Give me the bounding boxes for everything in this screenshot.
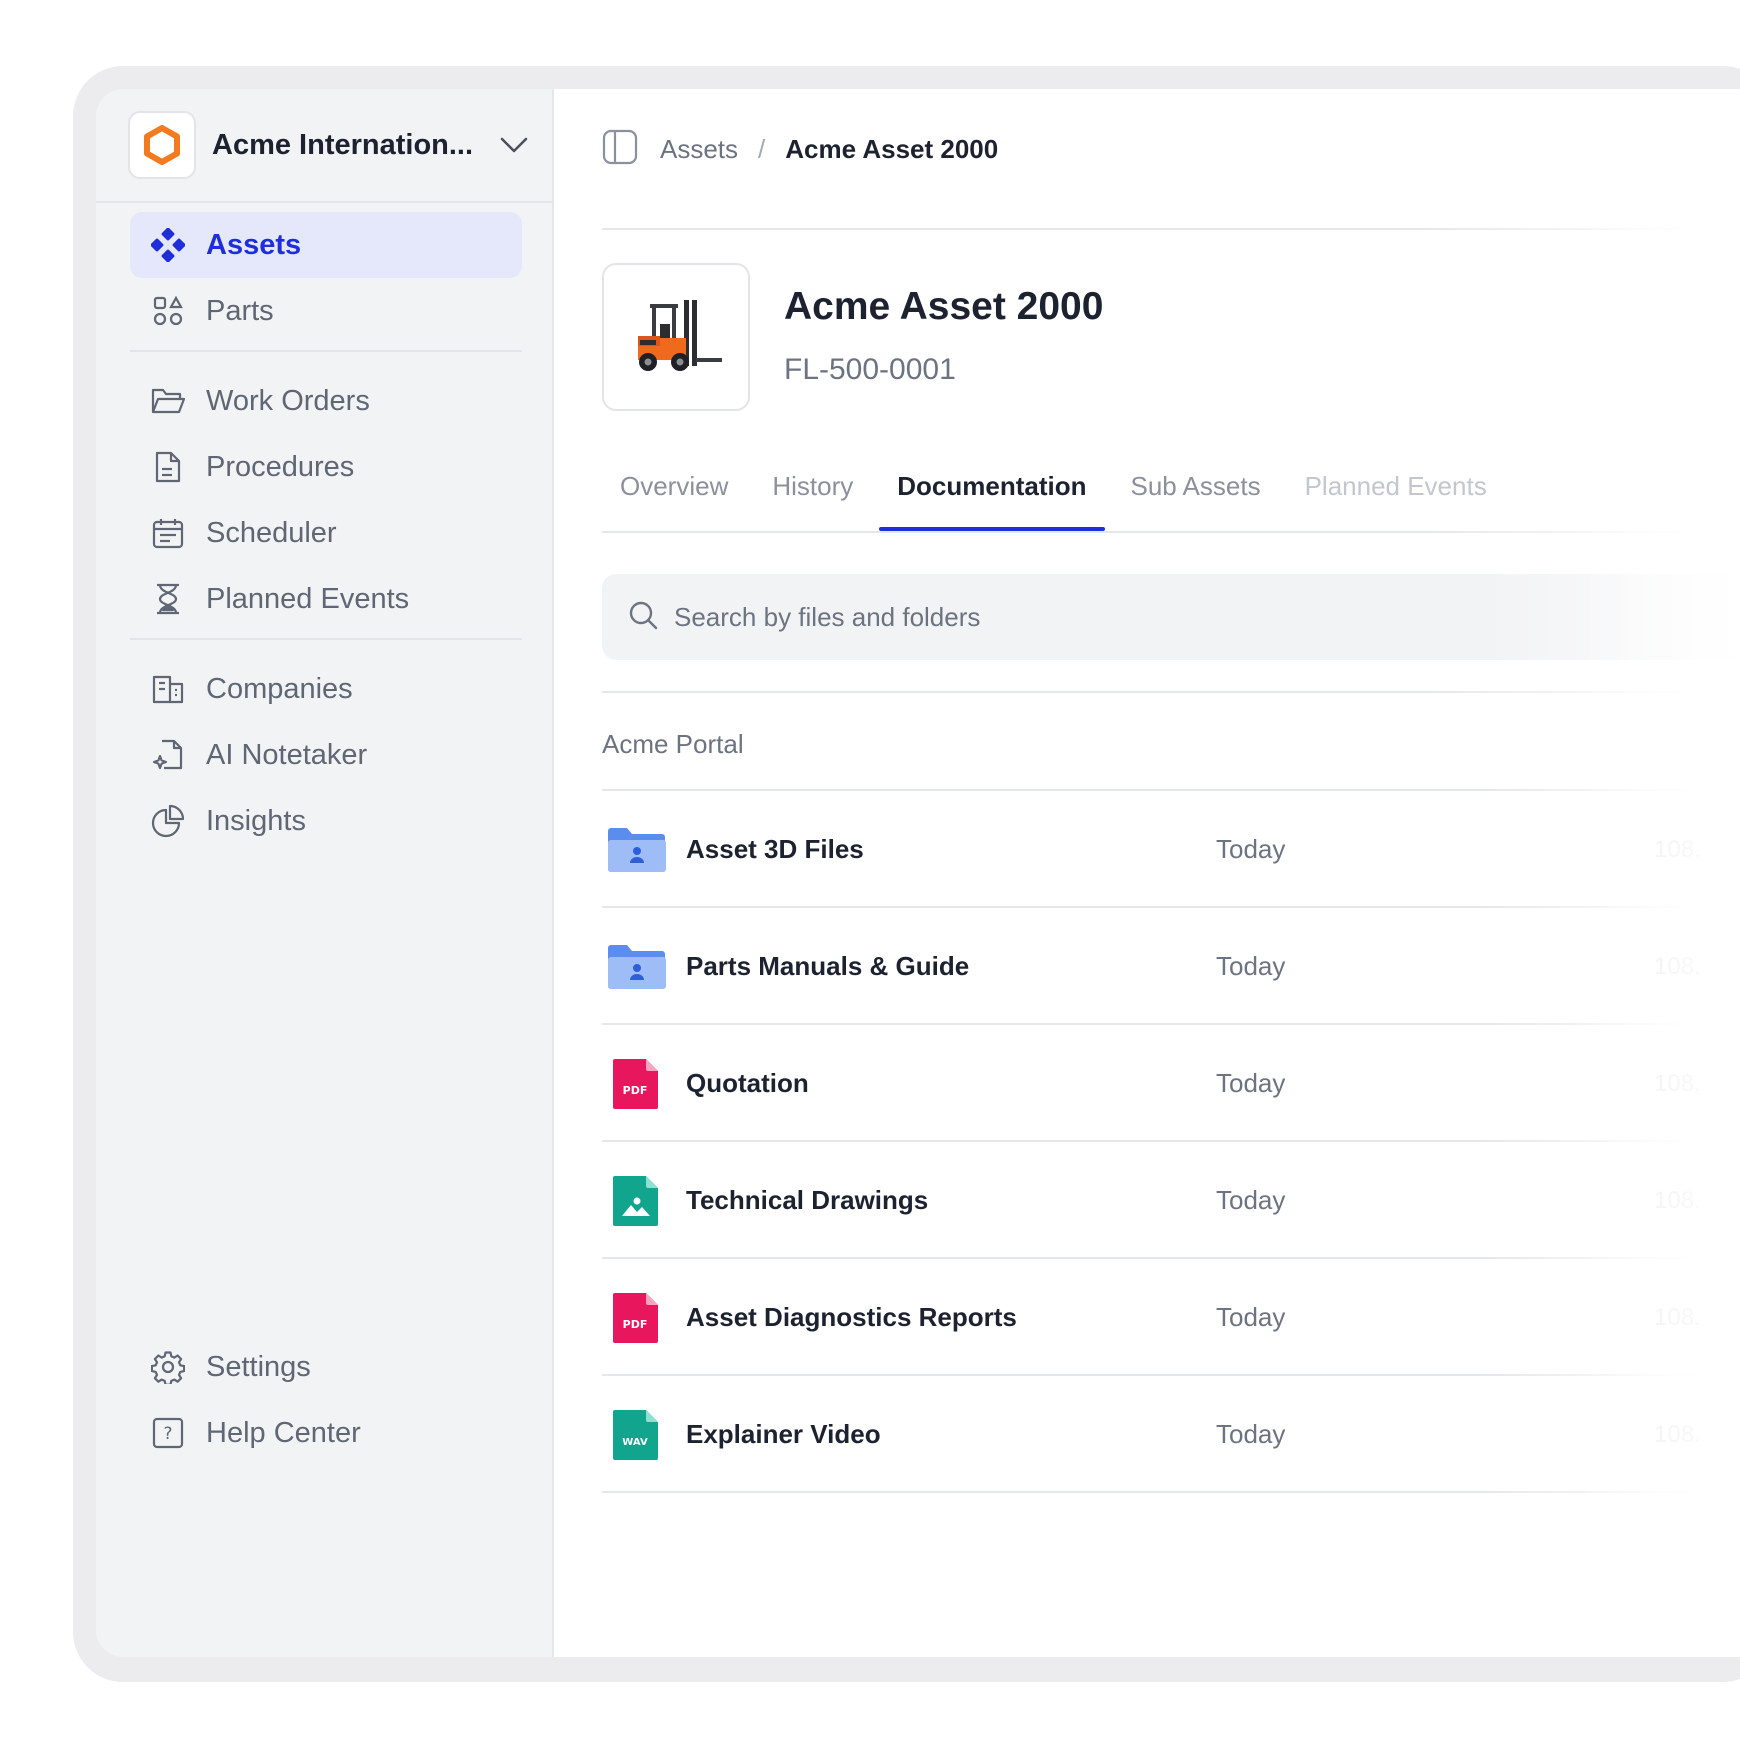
tab-sub-assets[interactable]: Sub Assets	[1113, 441, 1279, 531]
file-date: Today	[1216, 951, 1286, 981]
file-name: Explainer Video	[686, 1419, 881, 1449]
section-divider	[602, 691, 1702, 693]
sidebar-item-label: Settings	[206, 1350, 311, 1383]
file-name: Technical Drawings	[686, 1185, 929, 1215]
file-name: Quotation	[686, 1068, 809, 1098]
sidebar-item-parts[interactable]: Parts	[130, 278, 522, 344]
svg-text:PDF: PDF	[623, 1084, 648, 1097]
file-date: Today	[1216, 1068, 1286, 1098]
org-name: Acme Internation...	[212, 128, 474, 161]
sidebar-item-planned-events[interactable]: Planned Events	[130, 566, 522, 632]
tab-documentation[interactable]: Documentation	[879, 441, 1105, 531]
file-size: 108.	[1654, 1186, 1701, 1214]
file-date: Today	[1216, 1302, 1286, 1332]
app-window: Acme Internation... Assets Parts Work Or…	[96, 89, 1740, 1657]
file-size: 108.	[1654, 835, 1701, 863]
breadcrumb-separator: /	[758, 133, 766, 164]
hourglass-icon	[148, 579, 188, 619]
forklift-image	[638, 300, 722, 371]
file-name: Parts Manuals & Guide	[686, 951, 970, 981]
file-row[interactable]: Asset 3D Files Today 108.	[602, 791, 1712, 908]
help-icon: ?	[148, 1413, 188, 1453]
sidebar-item-label: AI Notetaker	[206, 738, 368, 771]
parts-icon	[148, 291, 188, 331]
building-icon	[148, 669, 188, 709]
sidebar-item-label: Procedures	[206, 450, 355, 483]
org-logo	[128, 111, 196, 179]
main-content: Assets / Acme Asset 2000 Acme Asset 2000	[554, 89, 1740, 1657]
calendar-icon	[148, 513, 188, 553]
breadcrumb: Assets / Acme Asset 2000	[602, 129, 998, 169]
file-size: 108.	[1654, 952, 1701, 980]
section-label: Acme Portal	[602, 729, 744, 759]
sidebar-item-label: Assets	[206, 228, 302, 261]
pdf-file-icon: PDF	[602, 1058, 670, 1110]
audio-file-icon: WAV	[602, 1409, 670, 1461]
file-row[interactable]: Parts Manuals & Guide Today 108.	[602, 908, 1712, 1025]
tabs-divider	[602, 531, 1702, 533]
asset-image	[602, 263, 750, 411]
sidebar-item-label: Planned Events	[206, 582, 410, 615]
row-divider	[602, 1491, 1702, 1493]
tab-planned-events[interactable]: Planned Events	[1287, 441, 1505, 531]
shared-folder-icon	[602, 827, 670, 873]
file-name: Asset 3D Files	[686, 834, 864, 864]
sidebar-divider	[130, 638, 522, 640]
file-name: Asset Diagnostics Reports	[686, 1302, 1017, 1332]
file-row[interactable]: PDF Quotation Today 108.	[602, 1025, 1712, 1142]
sidebar-item-procedures[interactable]: Procedures	[130, 434, 522, 500]
file-size: 108.	[1654, 1303, 1701, 1331]
svg-text:?: ?	[163, 1424, 172, 1444]
asset-title: Acme Asset 2000	[784, 285, 1104, 328]
sidebar-item-work-orders[interactable]: Work Orders	[130, 368, 522, 434]
gear-icon	[148, 1347, 188, 1387]
tab-bar: Overview History Documentation Sub Asset…	[602, 441, 1513, 531]
search-placeholder: Search by files and folders	[674, 601, 981, 632]
search-input[interactable]: Search by files and folders	[602, 574, 1740, 660]
svg-text:WAV: WAV	[622, 1437, 648, 1448]
sidebar-item-scheduler[interactable]: Scheduler	[130, 500, 522, 566]
sidebar-toggle-icon[interactable]	[602, 129, 638, 170]
notetaker-icon	[148, 735, 188, 775]
sidebar-item-label: Help Center	[206, 1416, 361, 1449]
breadcrumb-current: Acme Asset 2000	[785, 133, 999, 164]
chevron-down-icon[interactable]	[500, 137, 528, 153]
sidebar-item-label: Insights	[206, 804, 306, 837]
sidebar-item-assets[interactable]: Assets	[130, 212, 522, 278]
assets-icon	[148, 225, 188, 265]
breadcrumb-assets-link[interactable]: Assets	[660, 134, 738, 165]
asset-code: FL-500-0001	[784, 353, 956, 386]
pie-chart-icon	[148, 801, 188, 841]
image-file-icon	[602, 1175, 670, 1227]
file-date: Today	[1216, 1185, 1286, 1215]
sidebar: Acme Internation... Assets Parts Work Or…	[96, 89, 554, 1657]
file-size: 108.	[1654, 1420, 1701, 1448]
sidebar-item-label: Scheduler	[206, 516, 337, 549]
shared-folder-icon	[602, 944, 670, 990]
svg-text:PDF: PDF	[623, 1318, 648, 1331]
file-date: Today	[1216, 1419, 1286, 1449]
pdf-file-icon: PDF	[602, 1292, 670, 1344]
sidebar-item-help-center[interactable]: ? Help Center	[130, 1400, 522, 1466]
search-icon	[628, 600, 658, 635]
sidebar-item-label: Work Orders	[206, 384, 370, 417]
sidebar-item-insights[interactable]: Insights	[130, 788, 522, 854]
file-row[interactable]: PDF Asset Diagnostics Reports Today 108.	[602, 1259, 1712, 1376]
sidebar-divider	[130, 350, 522, 352]
header-divider	[602, 228, 1702, 230]
file-row[interactable]: Technical Drawings Today 108.	[602, 1142, 1712, 1259]
file-date: Today	[1216, 834, 1286, 864]
file-row[interactable]: WAV Explainer Video Today 108.	[602, 1376, 1712, 1493]
file-size: 108.	[1654, 1069, 1701, 1097]
sidebar-item-settings[interactable]: Settings	[130, 1334, 522, 1400]
sidebar-item-companies[interactable]: Companies	[130, 656, 522, 722]
tab-history[interactable]: History	[754, 441, 871, 531]
sidebar-item-label: Parts	[206, 294, 274, 327]
document-icon	[148, 447, 188, 487]
sidebar-item-ai-notetaker[interactable]: AI Notetaker	[130, 722, 522, 788]
folder-icon	[148, 381, 188, 421]
sidebar-item-label: Companies	[206, 672, 353, 705]
tab-overview[interactable]: Overview	[602, 441, 746, 531]
org-switcher[interactable]: Acme Internation...	[96, 89, 554, 203]
